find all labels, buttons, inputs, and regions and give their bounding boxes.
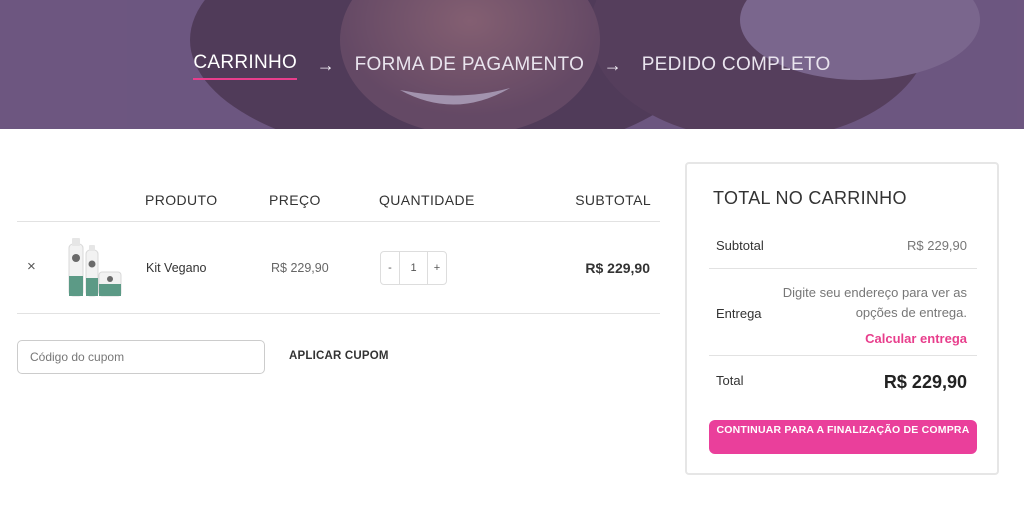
step-complete[interactable]: PEDIDO COMPLETO (642, 54, 831, 76)
cart-table: PRODUTO PREÇO QUANTIDADE SUBTOTAL × Kit … (17, 180, 660, 314)
quantity-input[interactable]: 1 (400, 252, 427, 284)
header-product: PRODUTO (145, 192, 218, 208)
subtotal-label: Subtotal (716, 238, 764, 253)
arrow-right-icon: → (316, 54, 336, 75)
product-name-link[interactable]: Kit Vegano (146, 261, 206, 275)
shipping-row: Entrega Digite seu endereço para ver as … (709, 269, 977, 356)
product-thumbnail[interactable] (65, 236, 123, 300)
quantity-stepper: - 1 + (380, 251, 447, 285)
product-subtotal: R$ 229,90 (585, 260, 650, 276)
totals-title: TOTAL NO CARRINHO (713, 188, 907, 208)
cart-totals-box: TOTAL NO CARRINHO Subtotal R$ 229,90 Ent… (685, 162, 999, 475)
arrow-right-icon: → (603, 54, 623, 75)
proceed-to-checkout-button[interactable]: CONTINUAR PARA A FINALIZAÇÃO DE COMPRA (709, 420, 977, 454)
quantity-decrease-button[interactable]: - (381, 252, 400, 284)
coupon-input[interactable] (17, 340, 265, 374)
shipping-label: Entrega (716, 306, 762, 321)
total-row: Total R$ 229,90 (709, 356, 977, 406)
shipping-note: Digite seu endereço para ver as opções d… (782, 285, 967, 320)
subtotal-row: Subtotal R$ 229,90 (709, 227, 977, 269)
hero-banner: CARRINHO → FORMA DE PAGAMENTO → PEDIDO C… (0, 0, 1024, 129)
total-value: R$ 229,90 (883, 372, 967, 392)
product-price: R$ 229,90 (271, 261, 329, 275)
total-label: Total (716, 373, 744, 388)
apply-coupon-button[interactable]: APLICAR CUPOM (289, 350, 389, 362)
step-payment[interactable]: FORMA DE PAGAMENTO (355, 54, 585, 76)
header-quantity: QUANTIDADE (379, 192, 475, 208)
header-price: PREÇO (269, 192, 321, 208)
table-header: PRODUTO PREÇO QUANTIDADE SUBTOTAL (17, 180, 660, 222)
remove-item-button[interactable]: × (27, 258, 36, 275)
step-cart[interactable]: CARRINHO (193, 52, 297, 80)
checkout-steps: CARRINHO → FORMA DE PAGAMENTO → PEDIDO C… (0, 52, 1024, 80)
quantity-increase-button[interactable]: + (427, 252, 446, 284)
header-subtotal: SUBTOTAL (575, 192, 651, 208)
subtotal-value: R$ 229,90 (907, 238, 967, 253)
table-row: × Kit Vegano R$ 229,90 - 1 + R$ 229,90 (17, 222, 660, 314)
calculate-shipping-link[interactable]: Calcular entrega (865, 331, 967, 346)
